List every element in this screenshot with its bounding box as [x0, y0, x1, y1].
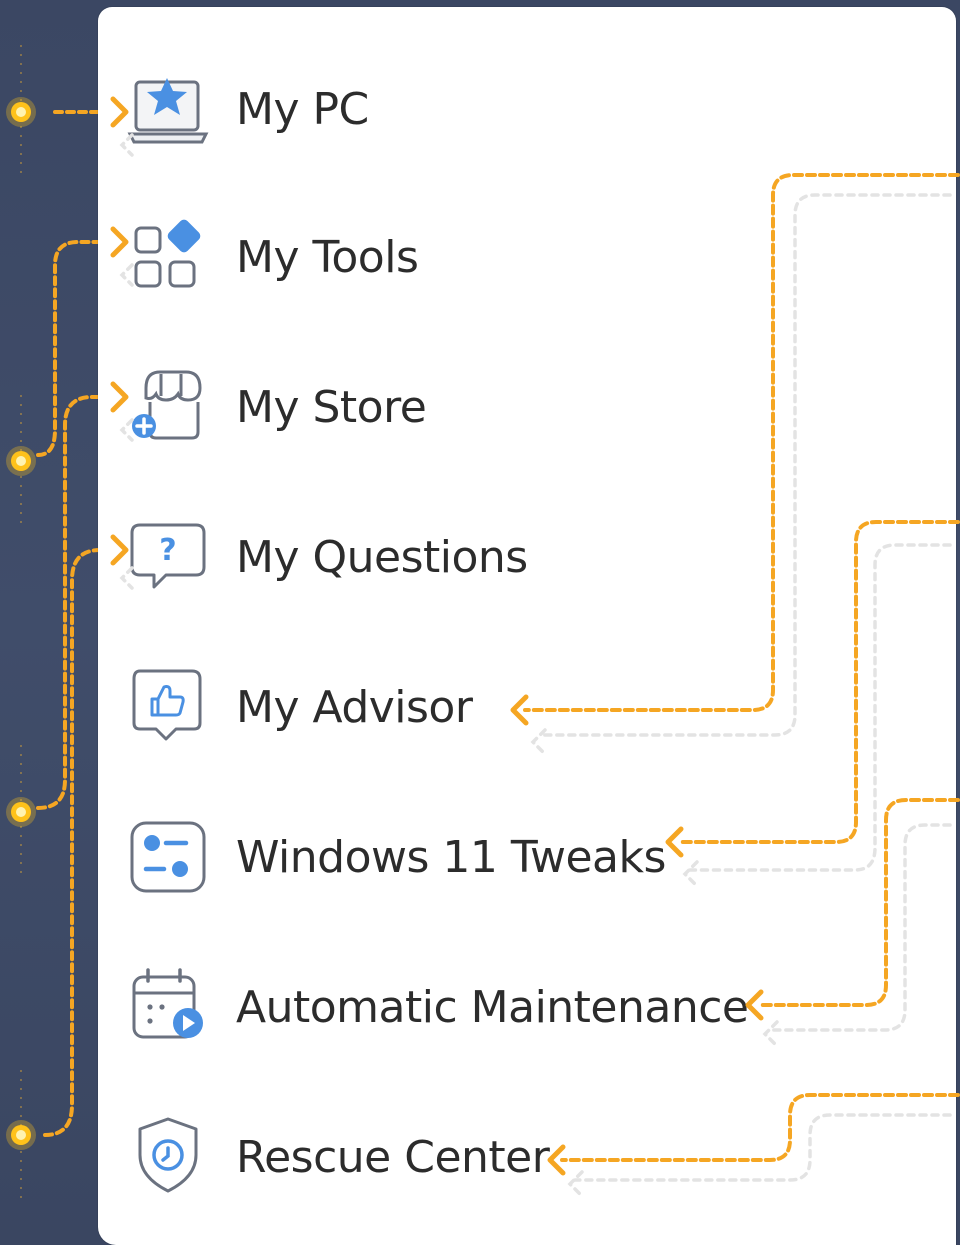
connector-nodes — [6, 97, 36, 1150]
menu-label: Rescue Center — [236, 1132, 550, 1183]
menu-item-windows-11-tweaks[interactable]: Windows 11 Tweaks — [98, 780, 956, 930]
calendar-play-icon — [126, 965, 210, 1045]
menu-item-my-pc[interactable]: My PC — [98, 30, 956, 180]
menu-item-rescue-center[interactable]: Rescue Center — [98, 1080, 956, 1230]
menu-item-my-tools[interactable]: My Tools — [98, 180, 956, 330]
store-add-icon — [126, 366, 210, 446]
toggle-settings-icon — [126, 815, 210, 895]
menu-label: My Tools — [236, 232, 419, 283]
menu-label: My Questions — [236, 532, 528, 583]
svg-text:?: ? — [159, 533, 176, 568]
menu-item-my-advisor[interactable]: My Advisor — [98, 630, 956, 780]
menu-label: My PC — [236, 84, 369, 135]
menu-item-my-store[interactable]: My Store — [98, 330, 956, 480]
stage: My PC My Tools My Store ? My Questions M… — [0, 0, 960, 1245]
menu-item-my-questions[interactable]: ? My Questions — [98, 480, 956, 630]
shield-clock-icon — [126, 1115, 210, 1195]
question-bubble-icon: ? — [126, 515, 210, 595]
menu-item-automatic-maintenance[interactable]: Automatic Maintenance — [98, 930, 956, 1080]
navigation-panel: My PC My Tools My Store ? My Questions M… — [98, 7, 956, 1245]
laptop-star-icon — [126, 70, 210, 150]
menu-label: Windows 11 Tweaks — [236, 832, 666, 883]
menu-label: My Store — [236, 382, 427, 433]
thumbs-up-bubble-icon — [126, 665, 210, 745]
apps-grid-icon — [126, 216, 210, 296]
menu-label: Automatic Maintenance — [236, 982, 749, 1033]
menu-label: My Advisor — [236, 682, 473, 733]
